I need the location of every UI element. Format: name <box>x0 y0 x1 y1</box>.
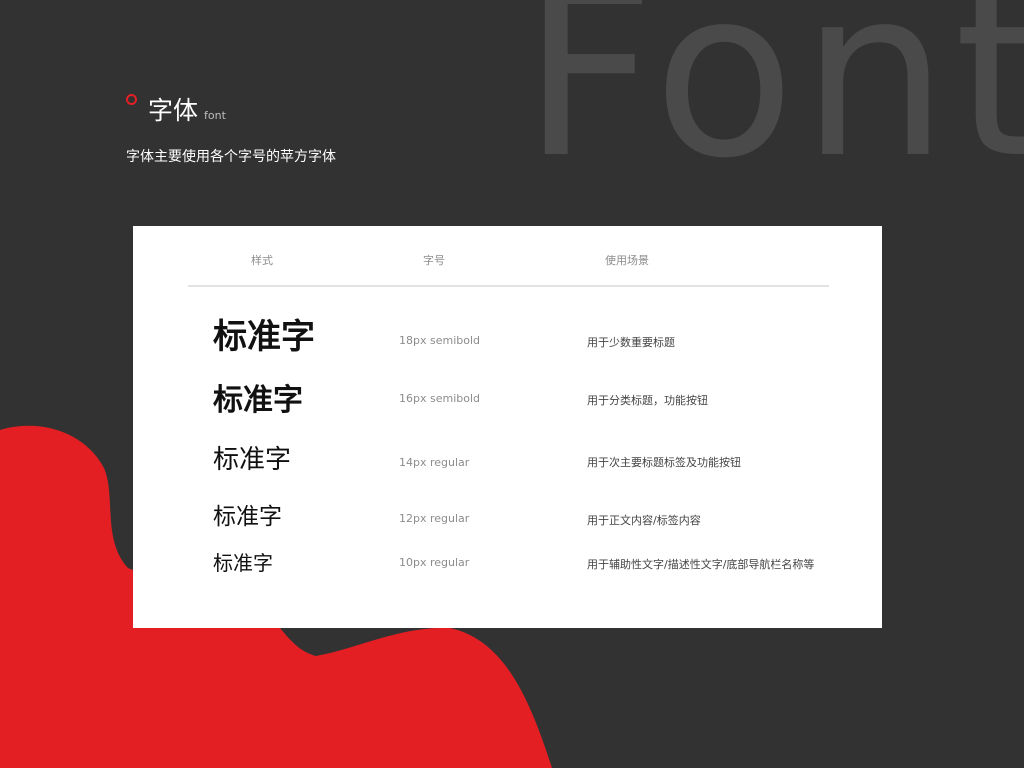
font-size-label: 16px semibold <box>399 392 481 405</box>
font-usage-label: 用于分类标题，功能按钮 <box>587 394 708 407</box>
font-sample: 标准字 <box>213 551 273 575</box>
font-size-label: 18px semibold <box>399 334 481 347</box>
font-usage-label: 用于少数重要标题 <box>587 336 675 349</box>
font-usage-label: 用于次主要标题标签及功能按钮 <box>587 456 741 469</box>
section-subtitle: 字体主要使用各个字号的苹方字体 <box>126 149 336 165</box>
font-spec-card: 样式 字号 使用场景 标准字 18px semibold 用于少数重要标题 标准… <box>133 226 882 628</box>
font-sample: 标准字 <box>213 504 282 530</box>
font-sample: 标准字 <box>213 445 292 475</box>
section-title-zh: 字体 <box>148 96 199 125</box>
font-sample: 标准字 <box>213 383 303 418</box>
font-sample: 标准字 <box>213 317 315 357</box>
column-header-size: 字号 <box>423 254 445 267</box>
ring-bullet-icon <box>126 94 137 105</box>
column-header-usage: 使用场景 <box>605 254 649 267</box>
section-title: 字体 font <box>148 98 226 123</box>
font-usage-label: 用于正文内容/标签内容 <box>587 514 701 527</box>
font-usage-label: 用于辅助性文字/描述性文字/底部导航栏名称等 <box>587 558 815 571</box>
font-size-label: 12px regular <box>399 512 470 525</box>
font-size-label: 14px regular <box>399 456 470 469</box>
header-divider <box>188 285 829 287</box>
column-header-style: 样式 <box>251 254 273 267</box>
section-title-en: font <box>204 109 226 122</box>
font-size-label: 10px regular <box>399 556 470 569</box>
